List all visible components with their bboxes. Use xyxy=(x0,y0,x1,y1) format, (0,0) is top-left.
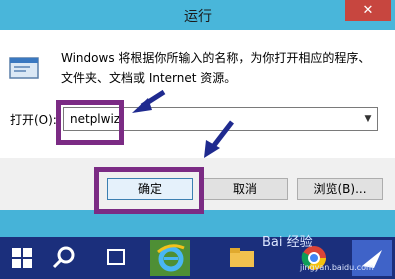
close-button[interactable]: ✕ xyxy=(345,0,391,21)
window-title: 运行 xyxy=(184,9,212,25)
title-bar: 运行 ✕ xyxy=(0,0,395,30)
dialog-description: Windows 将根据你所输入的名称，为你打开相应的程序、文件夹、文档或 Int… xyxy=(61,51,371,85)
file-explorer-icon[interactable] xyxy=(222,240,262,276)
watermark-brand: Bai 经验 xyxy=(262,235,313,250)
browse-button[interactable]: 浏览(B)... xyxy=(297,178,383,200)
watermark-url: jingyan.baidu.com xyxy=(300,263,374,272)
ok-highlight-box xyxy=(94,167,204,214)
windows-start-icon[interactable] xyxy=(2,240,42,276)
search-icon[interactable] xyxy=(44,240,84,276)
close-icon: ✕ xyxy=(362,3,374,18)
arrow-icon-input xyxy=(132,89,166,113)
ie-icon[interactable] xyxy=(150,240,190,276)
open-label: 打开(O): xyxy=(10,113,57,127)
input-highlight-box xyxy=(56,100,124,145)
run-app-icon xyxy=(9,57,39,79)
chevron-down-icon[interactable]: ▼ xyxy=(361,111,375,127)
arrow-icon-ok xyxy=(204,120,234,158)
task-view-icon[interactable] xyxy=(96,240,136,276)
cancel-button[interactable]: 取消 xyxy=(202,178,288,200)
